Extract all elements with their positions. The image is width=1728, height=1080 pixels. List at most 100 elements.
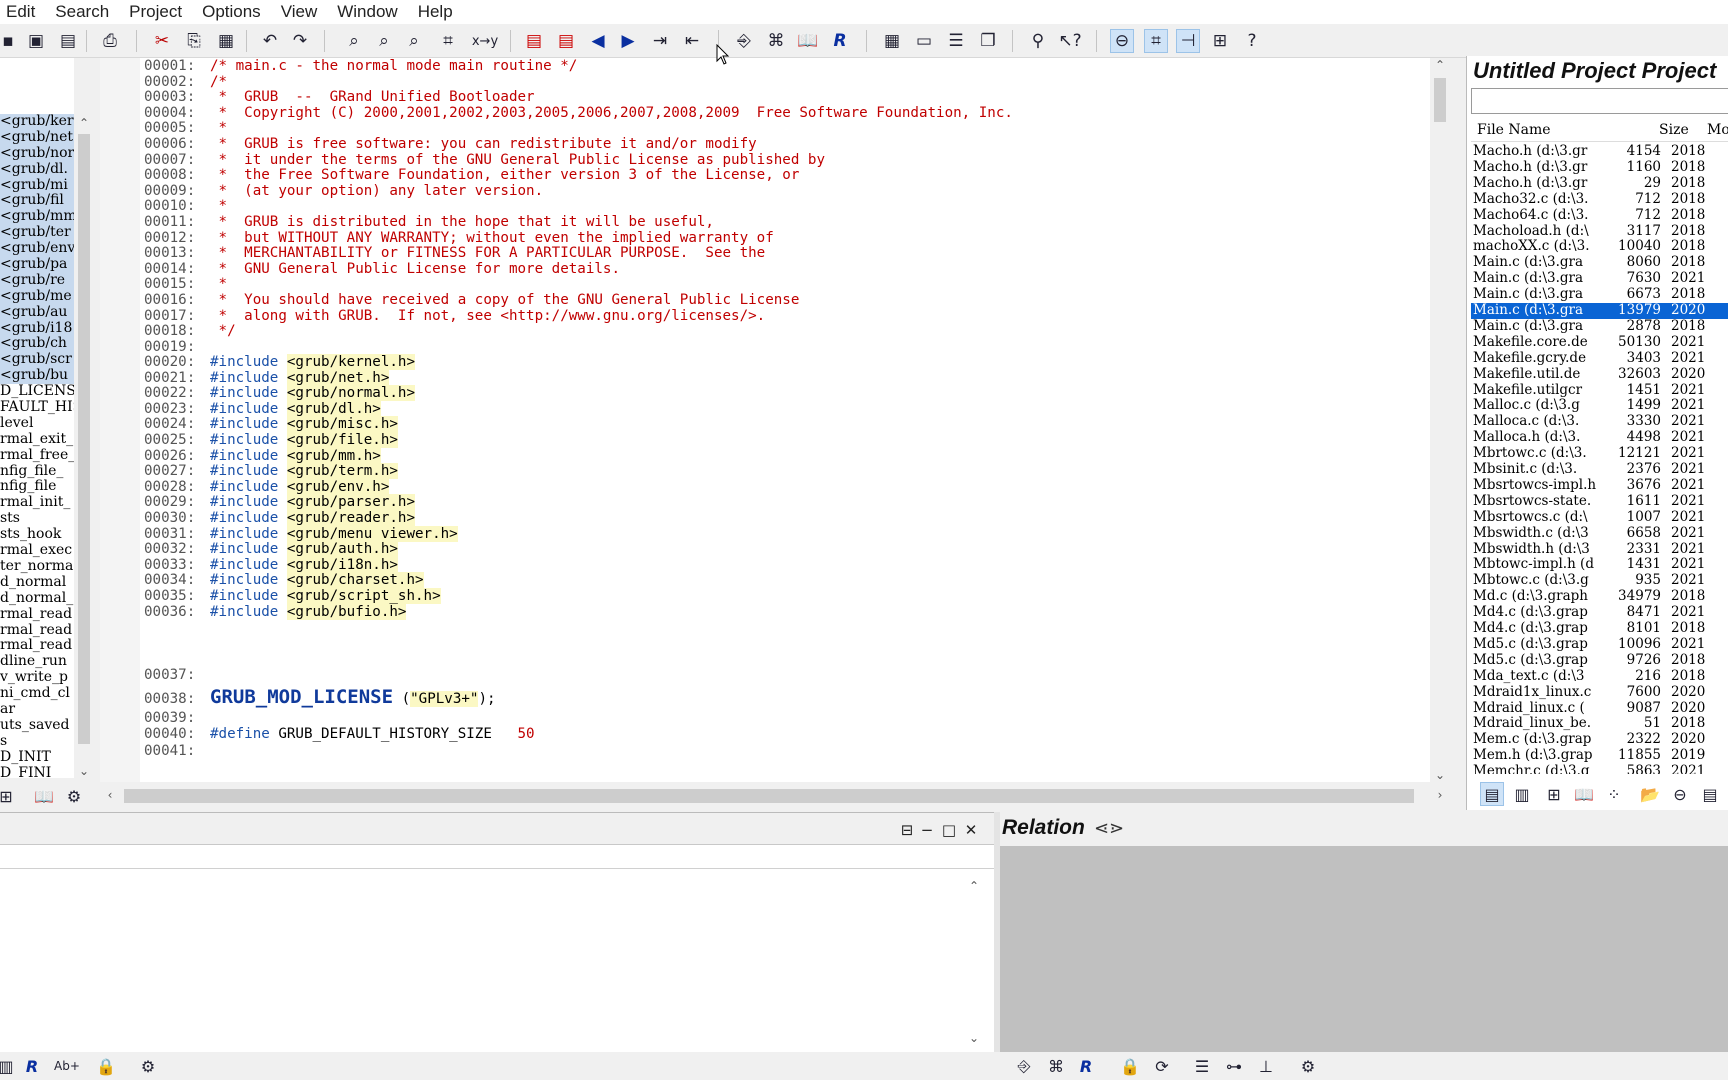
file-list-row[interactable]: Malloc.c (d:\3.g 1499 2021 bbox=[1471, 397, 1728, 414]
file-list-row[interactable]: Makefile.util.de 32603 2020 bbox=[1471, 366, 1728, 383]
file-list-row[interactable]: Macho.h (d:\3.gr 29 2018 bbox=[1471, 175, 1728, 192]
save-as-icon[interactable]: ▤ bbox=[56, 29, 80, 53]
scroll-up-icon[interactable]: ⌃ bbox=[1430, 58, 1450, 72]
file-list-row[interactable]: Md5.c (d:\3.grap 9726 2018 bbox=[1471, 652, 1728, 669]
file-list-row[interactable]: Mda_text.c (d:\3 216 2018 bbox=[1471, 668, 1728, 685]
column-modified[interactable]: Mod bbox=[1707, 122, 1728, 138]
context-sort-icon[interactable]: ▥ bbox=[0, 1054, 18, 1078]
menu-search[interactable]: Search bbox=[45, 0, 119, 24]
file-list-row[interactable]: Main.c (d:\3.gra 2878 2018 bbox=[1471, 318, 1728, 335]
file-list-row[interactable]: Main.c (d:\3.gra 7630 2021 bbox=[1471, 270, 1728, 287]
symbol-list-item[interactable]: sts_hook bbox=[0, 527, 74, 543]
symbol-list-scrollbar[interactable]: ⌃ ⌄ bbox=[74, 114, 94, 778]
symbol-list-item[interactable]: ar bbox=[0, 702, 74, 718]
symbol-browse-icon[interactable]: 📖 bbox=[32, 784, 56, 808]
file-list-row[interactable]: Macho.h (d:\3.gr 4154 2018 bbox=[1471, 144, 1728, 160]
column-file-name[interactable]: File Name bbox=[1477, 122, 1551, 138]
paste-icon[interactable]: ▦ bbox=[214, 29, 238, 53]
file-list-row[interactable]: Mdraid_linux.c (9087 2020 bbox=[1471, 700, 1728, 717]
cut-icon[interactable]: ✂ bbox=[150, 29, 174, 53]
back-icon[interactable]: ◀ bbox=[586, 29, 610, 53]
project-window-toggle-icon[interactable]: ⊖ bbox=[1110, 29, 1134, 53]
jump-to-definition-icon[interactable]: ⇤ bbox=[680, 29, 704, 53]
menu-view[interactable]: View bbox=[271, 0, 328, 24]
file-list-row[interactable]: Mbtowc-impl.h (d 1431 2021 bbox=[1471, 556, 1728, 573]
bookmark-next-icon[interactable]: ▤ bbox=[554, 29, 578, 53]
scroll-up-icon[interactable]: ⌃ bbox=[964, 879, 984, 893]
file-list-row[interactable]: Mbsrtowcs-impl.h 3676 2021 bbox=[1471, 477, 1728, 494]
menu-options[interactable]: Options bbox=[192, 0, 271, 24]
context-relation-icon[interactable]: R bbox=[20, 1054, 44, 1078]
file-list-row[interactable]: Mbtowc.c (d:\3.g 935 2021 bbox=[1471, 572, 1728, 589]
file-list-row[interactable]: Macho64.c (d:\3. 712 2018 bbox=[1471, 207, 1728, 224]
help-icon[interactable]: ? bbox=[1240, 29, 1264, 53]
copy-icon[interactable]: ⎘ bbox=[182, 29, 206, 53]
symbol-list-item[interactable]: nfig_file bbox=[0, 479, 74, 495]
browse-view-icon[interactable]: 📖 bbox=[1572, 782, 1596, 806]
symbol-list[interactable]: <grub/kerr <grub/net <grub/nor <grub/dl. <gr… bbox=[0, 58, 74, 778]
file-list-row[interactable]: Main.c (d:\3.gra 13979 2020 bbox=[1471, 302, 1728, 319]
layout-overlap-icon[interactable]: ❐ bbox=[976, 29, 1000, 53]
file-list-row[interactable]: Macho32.c (d:\3. 712 2018 bbox=[1471, 191, 1728, 208]
symbol-list-item[interactable]: v_write_p bbox=[0, 670, 74, 686]
layout-window-icon[interactable]: ▭ bbox=[912, 29, 936, 53]
editor-horizontal-scrollbar[interactable]: ‹ › bbox=[100, 784, 1450, 808]
include-header[interactable]: <grub/charset.h> bbox=[286, 572, 424, 589]
symbol-list-item[interactable]: rmal_exec bbox=[0, 543, 74, 559]
menu-help[interactable]: Help bbox=[408, 0, 463, 24]
symbol-list-item[interactable]: <grub/scr bbox=[0, 352, 74, 369]
project-settings-icon[interactable]: ▤ bbox=[1698, 782, 1722, 806]
relation-lookup-icon[interactable]: ⎆ bbox=[1012, 1054, 1036, 1078]
file-list-row[interactable]: Mbswidth.h (d:\3 2331 2021 bbox=[1471, 541, 1728, 558]
symbol-list-item[interactable]: <grub/re bbox=[0, 272, 74, 289]
include-header[interactable]: <grub/script_sh.h> bbox=[286, 588, 441, 604]
project-file-search-input[interactable] bbox=[1471, 88, 1728, 114]
find-in-files-icon[interactable]: ⌗ bbox=[436, 29, 460, 53]
include-header[interactable]: <grub/net.h> bbox=[286, 369, 390, 386]
save-icon[interactable]: ▪ bbox=[0, 29, 20, 53]
context-input[interactable] bbox=[0, 845, 994, 869]
layout-split-icon[interactable]: ☰ bbox=[944, 29, 968, 53]
symbol-list-item[interactable]: D_LICENSE bbox=[0, 384, 74, 400]
replace-icon[interactable]: x→y bbox=[468, 29, 502, 53]
editor-vertical-scrollbar[interactable]: ⌃ ⌄ bbox=[1430, 58, 1450, 782]
file-list-row[interactable]: Makefile.utilgcr 1451 2021 bbox=[1471, 382, 1728, 399]
file-list-row[interactable]: Machoload.h (d:\ 3117 2018 bbox=[1471, 223, 1728, 240]
scroll-thumb[interactable] bbox=[124, 789, 1414, 803]
relation-graph-vertical-icon[interactable]: ⊥ bbox=[1254, 1054, 1278, 1078]
symbol-list-item[interactable]: D_FINI bbox=[0, 766, 74, 778]
scroll-right-icon[interactable]: › bbox=[1430, 788, 1450, 802]
file-list-row[interactable]: Main.c (d:\3.gra 8060 2018 bbox=[1471, 254, 1728, 271]
include-header[interactable]: <grub/dl.h> bbox=[286, 400, 381, 417]
symbol-list-item[interactable]: <grub/mm. bbox=[0, 209, 74, 226]
symbol-list-item[interactable]: <grub/au bbox=[0, 304, 74, 321]
symbol-list-item[interactable]: <grub/kerr bbox=[0, 114, 74, 130]
scroll-thumb[interactable] bbox=[1434, 78, 1446, 122]
file-list-row[interactable]: Mbsrtowcs.c (d:\ 1007 2021 bbox=[1471, 509, 1728, 526]
file-list-row[interactable]: Mdraid1x_linux.c 7600 2020 bbox=[1471, 684, 1728, 701]
relation-icon[interactable]: R bbox=[828, 29, 852, 53]
symbol-list-item[interactable]: ni_cmd_cl bbox=[0, 686, 74, 702]
scroll-up-icon[interactable]: ⌃ bbox=[74, 116, 94, 130]
symbol-view-icon[interactable]: ⊞ bbox=[1542, 782, 1566, 806]
save-all-icon[interactable]: ▣ bbox=[24, 29, 48, 53]
file-list-row[interactable]: Malloca.c (d:\3. 3330 2021 bbox=[1471, 413, 1728, 430]
context-lock-icon[interactable]: 🔒 bbox=[94, 1054, 118, 1078]
bookmark-prev-icon[interactable]: ▤ bbox=[522, 29, 546, 53]
file-list-row[interactable]: Makefile.core.de 50130 2021 bbox=[1471, 334, 1728, 351]
file-list-row[interactable]: Mdraid_linux_be. 51 2018 bbox=[1471, 715, 1728, 732]
minimize-icon[interactable]: − bbox=[918, 821, 936, 839]
symbol-list-item[interactable]: <grub/fil bbox=[0, 193, 74, 210]
symbol-list-item[interactable]: FAULT_HIST bbox=[0, 400, 74, 416]
code-editor[interactable]: 00001:/* main.c - the normal mode main r… bbox=[100, 58, 1430, 782]
relation-lock-icon[interactable]: 🔒 bbox=[1118, 1054, 1142, 1078]
symbol-list-item[interactable]: d_normal bbox=[0, 575, 74, 591]
symbol-list-item[interactable]: <grub/me bbox=[0, 288, 74, 305]
symbol-list-item[interactable]: dline_run bbox=[0, 654, 74, 670]
symbol-list-item[interactable]: D_INIT bbox=[0, 750, 74, 766]
file-list-row[interactable]: Memchr.c (d:\3.g 5863 2021 bbox=[1471, 763, 1728, 774]
file-list-row[interactable]: machoXX.c (d:\3. 10040 2018 bbox=[1471, 238, 1728, 255]
scroll-left-icon[interactable]: ‹ bbox=[100, 788, 120, 802]
redo-icon[interactable]: ↷ bbox=[288, 29, 312, 53]
print-icon[interactable]: ⎙ bbox=[98, 29, 122, 53]
